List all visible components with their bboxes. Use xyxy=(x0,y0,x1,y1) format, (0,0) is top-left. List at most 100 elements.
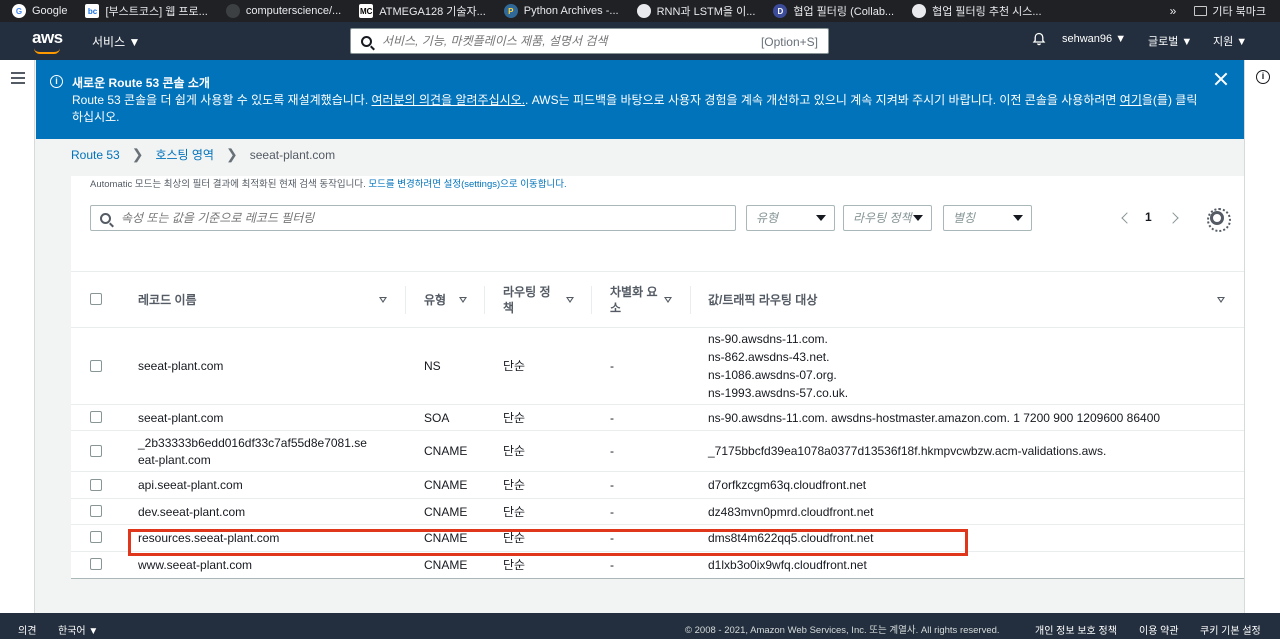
record-policy: 단순 xyxy=(503,359,526,373)
bookmarks-overflow-button[interactable]: » xyxy=(1170,4,1177,18)
aws-smile-icon xyxy=(34,48,60,54)
column-type[interactable]: 유형 xyxy=(424,272,446,328)
google-icon: G xyxy=(12,4,26,18)
alias-select[interactable]: 별칭 xyxy=(943,205,1032,231)
table-row[interactable]: api.seeat-plant.com CNAME 단순 - d7orfkzcg… xyxy=(71,472,1244,499)
d-icon: D xyxy=(773,4,788,18)
record-name: dev.seeat-plant.com xyxy=(138,505,246,519)
record-value: ns-1993.awsdns-57.co.uk. xyxy=(708,386,849,400)
bookmark-github[interactable]: computerscience/... xyxy=(225,4,341,18)
table-row[interactable]: seeat-plant.com NS 단순 - ns-90.awsdns-11.… xyxy=(71,328,1244,405)
column-label: 책 xyxy=(503,301,515,315)
column-record-name[interactable]: 레코드 이름 xyxy=(138,272,197,328)
caret-down-icon xyxy=(816,215,826,221)
bookmark-label: Google xyxy=(32,5,68,17)
global-search[interactable]: [Option+S] xyxy=(350,28,829,54)
language-select[interactable]: 한국어 ▼ xyxy=(58,622,98,637)
feedback-link[interactable]: 여러분의 의견을 알려주십시오. xyxy=(372,93,526,107)
settings-link[interactable]: 모드를 변경하려면 설정(settings)으로 이동합니다. xyxy=(368,179,566,190)
record-value: dz483mvn0pmrd.cloudfront.net xyxy=(708,505,874,519)
aws-logo[interactable]: aws xyxy=(32,28,63,54)
record-type: NS xyxy=(424,359,441,373)
current-page[interactable]: 1 xyxy=(1145,210,1152,224)
table-header: 레코드 이름 유형 라우팅 정책 차별화 요소 값/트래픽 라우팅 대상 xyxy=(71,272,1244,328)
sort-icon[interactable] xyxy=(1217,297,1225,303)
record-policy: 단순 xyxy=(503,411,526,425)
bookmark-label: [부스트코스] 웹 프로... xyxy=(105,6,208,18)
other-bookmarks[interactable]: 기타 북마크 xyxy=(1212,3,1266,19)
search-shortcut: [Option+S] xyxy=(760,35,818,49)
records-table: 레코드 이름 유형 라우팅 정책 차별화 요소 값/트래픽 라우팅 대상 see… xyxy=(71,271,1244,572)
record-type: CNAME xyxy=(424,505,468,519)
bookmark-boostcourse[interactable]: bc [부스트코스] 웹 프로... xyxy=(85,3,208,19)
column-label: 값/트래픽 라우팅 대상 xyxy=(708,293,818,307)
row-checkbox[interactable] xyxy=(90,505,102,517)
highlight-box xyxy=(128,529,968,556)
bookmark-atmega[interactable]: MC ATMEGA128 기술자... xyxy=(359,3,486,19)
new-console-banner: i 새로운 Route 53 콘솔 소개 Route 53 콘솔을 더 쉽게 사… xyxy=(36,60,1244,139)
bookmark-rnn[interactable]: RNN과 LSTM을 이... xyxy=(636,3,755,19)
breadcrumb-route53[interactable]: Route 53 xyxy=(71,148,120,162)
row-checkbox[interactable] xyxy=(90,479,102,491)
bell-icon[interactable] xyxy=(1032,32,1046,46)
sort-icon[interactable] xyxy=(379,297,387,303)
right-rail: i xyxy=(1244,60,1280,613)
banner-text-part: . AWS는 피드백을 바탕으로 사용자 경험을 계속 개선하고 있으니 계속 … xyxy=(525,93,1120,107)
services-menu[interactable]: 서비스 ▼ xyxy=(92,33,140,50)
record-value: ns-862.awsdns-43.net. xyxy=(708,350,830,364)
table-row[interactable]: www.seeat-plant.com CNAME 단순 - d1lxb3o0i… xyxy=(71,552,1244,579)
menu-icon[interactable] xyxy=(11,72,25,87)
record-differentiator: - xyxy=(610,444,614,458)
site-icon xyxy=(636,4,651,18)
terms-link[interactable]: 이용 약관 xyxy=(1139,622,1179,637)
row-checkbox[interactable] xyxy=(90,411,102,423)
breadcrumb-hosted-zones[interactable]: 호스팅 영역 xyxy=(155,146,214,163)
bookmark-google[interactable]: G Google xyxy=(12,4,67,18)
column-value[interactable]: 값/트래픽 라우팅 대상 xyxy=(708,272,817,328)
boostcourse-icon: bc xyxy=(85,4,100,18)
gear-icon[interactable] xyxy=(1207,208,1231,232)
old-console-link[interactable]: 여기 xyxy=(1120,93,1142,107)
column-routing-policy[interactable]: 라우팅 정책 xyxy=(503,272,551,328)
select-all-checkbox[interactable] xyxy=(90,293,102,305)
table-row[interactable]: _2b33333b6edd016df33c7af55d8e7081.se eat… xyxy=(71,431,1244,472)
table-row[interactable]: dev.seeat-plant.com CNAME 단순 - dz483mvn0… xyxy=(71,499,1244,525)
alias-select-value: 별칭 xyxy=(953,211,976,225)
feedback-link[interactable]: 의견 xyxy=(18,622,36,637)
bookmark-python[interactable]: P Python Archives -... xyxy=(503,4,619,18)
cookie-preferences-link[interactable]: 쿠키 기본 설정 xyxy=(1200,622,1261,637)
routing-policy-select[interactable]: 라우팅 정책 xyxy=(843,205,932,231)
records-panel: Automatic 모드는 최상의 필터 결과에 최적화된 현재 검색 동작입니… xyxy=(71,176,1244,579)
record-value: ns-1086.awsdns-07.org. xyxy=(708,368,837,382)
privacy-link[interactable]: 개인 정보 보호 정책 xyxy=(1035,622,1117,637)
close-icon[interactable] xyxy=(1214,72,1228,86)
row-checkbox[interactable] xyxy=(90,445,102,457)
record-name: _2b33333b6edd016df33c7af55d8e7081.se xyxy=(138,436,367,450)
region-menu[interactable]: 글로벌 ▼ xyxy=(1148,33,1192,49)
next-page-icon[interactable] xyxy=(1167,212,1179,224)
type-select[interactable]: 유형 xyxy=(746,205,835,231)
sort-icon[interactable] xyxy=(566,297,574,303)
support-menu[interactable]: 지원 ▼ xyxy=(1213,33,1247,49)
record-policy: 단순 xyxy=(503,558,526,572)
column-differentiator[interactable]: 차별화 요소 xyxy=(610,272,658,328)
record-type: CNAME xyxy=(424,478,468,492)
bookmarks-bar: G Google bc [부스트코스] 웹 프로... computerscienc… xyxy=(0,0,1280,22)
row-checkbox[interactable] xyxy=(90,558,102,570)
folder-icon xyxy=(1194,6,1208,16)
python-icon: P xyxy=(503,4,518,18)
info-icon[interactable]: i xyxy=(1256,70,1270,84)
global-search-input[interactable] xyxy=(382,34,742,48)
record-filter-input[interactable] xyxy=(121,211,701,225)
row-checkbox[interactable] xyxy=(90,531,102,543)
table-row[interactable]: seeat-plant.com SOA 단순 - ns-90.awsdns-11… xyxy=(71,405,1244,431)
sort-icon[interactable] xyxy=(459,297,467,303)
record-filter[interactable] xyxy=(90,205,736,231)
account-menu[interactable]: sehwan96 ▼ xyxy=(1062,33,1126,45)
row-checkbox[interactable] xyxy=(90,360,102,372)
sort-icon[interactable] xyxy=(664,297,672,303)
previous-page-icon[interactable] xyxy=(1121,212,1133,224)
bookmark-collab-rec[interactable]: 협업 필터링 추천 시스... xyxy=(912,3,1042,19)
bookmark-collab[interactable]: D 협업 필터링 (Collab... xyxy=(773,3,894,19)
banner-text-part: Route 53 콘솔을 더 쉽게 사용할 수 있도록 재설계했습니다. xyxy=(72,93,372,107)
